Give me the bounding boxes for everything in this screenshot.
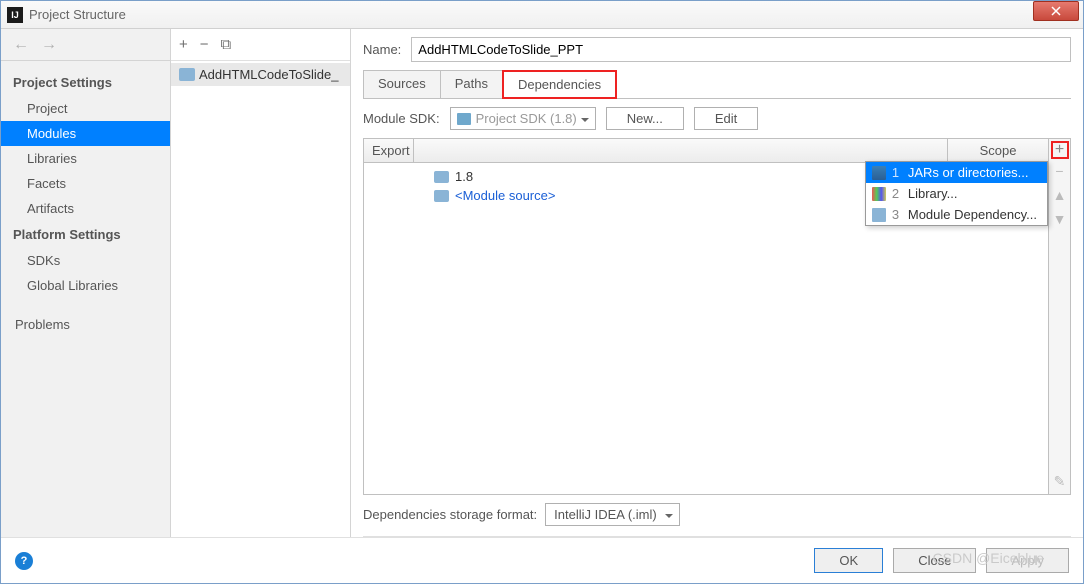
tab-sources[interactable]: Sources bbox=[363, 70, 441, 98]
dependency-label: <Module source> bbox=[455, 188, 555, 203]
jar-icon bbox=[872, 166, 886, 180]
table-side-toolbar: + − ▲ ▼ ✎ bbox=[1048, 139, 1070, 494]
sidebar-nav: ← → bbox=[1, 29, 170, 61]
sidebar-item-sdks[interactable]: SDKs bbox=[1, 248, 170, 273]
close-icon bbox=[1051, 6, 1061, 16]
storage-format-label: Dependencies storage format: bbox=[363, 507, 537, 522]
add-dependency-button[interactable]: + bbox=[1051, 141, 1069, 159]
sidebar-item-artifacts[interactable]: Artifacts bbox=[1, 196, 170, 221]
tree-copy-icon[interactable]: ⧉ bbox=[221, 36, 232, 53]
move-down-icon[interactable]: ▼ bbox=[1053, 211, 1067, 227]
sidebar-header-project: Project Settings bbox=[1, 69, 170, 96]
titlebar: IJ Project Structure bbox=[1, 1, 1083, 29]
th-export[interactable]: Export bbox=[364, 139, 414, 162]
dialog-footer: ? OK Close Apply bbox=[1, 537, 1083, 583]
watermark: CSDN @Eiceblue bbox=[933, 550, 1044, 566]
main-panel: Name: Sources Paths Dependencies Module … bbox=[351, 29, 1083, 537]
nav-back-icon[interactable]: ← bbox=[13, 36, 29, 54]
menu-item-module-dep[interactable]: 3 Module Dependency... bbox=[866, 204, 1047, 225]
sidebar-header-platform: Platform Settings bbox=[1, 221, 170, 248]
module-tree-label: AddHTMLCodeToSlide_ bbox=[199, 67, 338, 82]
name-label: Name: bbox=[363, 42, 401, 57]
tree-add-icon[interactable]: + bbox=[179, 36, 188, 53]
module-source-icon bbox=[434, 190, 449, 202]
app-icon: IJ bbox=[7, 7, 23, 23]
module-sdk-select[interactable]: Project SDK (1.8) bbox=[450, 107, 596, 130]
tree-remove-icon[interactable]: − bbox=[200, 36, 209, 53]
module-dep-icon bbox=[872, 208, 886, 222]
module-tabs: Sources Paths Dependencies bbox=[363, 70, 1071, 99]
module-sdk-label: Module SDK: bbox=[363, 111, 440, 126]
tab-dependencies[interactable]: Dependencies bbox=[502, 70, 617, 99]
tab-paths[interactable]: Paths bbox=[440, 70, 503, 98]
menu-item-jars[interactable]: 1 JARs or directories... bbox=[866, 162, 1047, 183]
project-structure-window: IJ Project Structure ← → Project Setting… bbox=[0, 0, 1084, 584]
sidebar-item-facets[interactable]: Facets bbox=[1, 171, 170, 196]
window-title: Project Structure bbox=[29, 7, 126, 22]
sdk-icon bbox=[434, 171, 449, 183]
window-close-button[interactable] bbox=[1033, 1, 1079, 21]
tree-toolbar: + − ⧉ bbox=[171, 29, 350, 61]
sdk-value: Project SDK (1.8) bbox=[476, 111, 577, 126]
edit-pencil-icon[interactable]: ✎ bbox=[1054, 473, 1066, 490]
sidebar-item-libraries[interactable]: Libraries bbox=[1, 146, 170, 171]
sidebar-item-modules[interactable]: Modules bbox=[1, 121, 170, 146]
th-scope[interactable]: Scope bbox=[948, 139, 1048, 162]
library-icon bbox=[872, 187, 886, 201]
menu-item-library[interactable]: 2 Library... bbox=[866, 183, 1047, 204]
sdk-folder-icon bbox=[457, 113, 471, 125]
dependencies-table: Export Scope 1.8 <Module source> bbox=[363, 138, 1071, 495]
add-dependency-menu: 1 JARs or directories... 2 Library... 3 … bbox=[865, 161, 1048, 226]
nav-forward-icon[interactable]: → bbox=[41, 36, 57, 54]
remove-dependency-icon[interactable]: − bbox=[1055, 163, 1063, 179]
dependency-label: 1.8 bbox=[455, 169, 473, 184]
sidebar-item-problems[interactable]: Problems bbox=[1, 312, 170, 337]
module-tree-panel: + − ⧉ AddHTMLCodeToSlide_ bbox=[171, 29, 351, 537]
help-icon[interactable]: ? bbox=[15, 552, 33, 570]
ok-button[interactable]: OK bbox=[814, 548, 883, 573]
module-folder-icon bbox=[179, 68, 195, 81]
sidebar: ← → Project Settings Project Modules Lib… bbox=[1, 29, 171, 537]
module-name-input[interactable] bbox=[411, 37, 1071, 62]
move-up-icon[interactable]: ▲ bbox=[1053, 187, 1067, 203]
th-name[interactable] bbox=[414, 139, 948, 162]
content-area: ← → Project Settings Project Modules Lib… bbox=[1, 29, 1083, 537]
sdk-new-button[interactable]: New... bbox=[606, 107, 684, 130]
sidebar-item-project[interactable]: Project bbox=[1, 96, 170, 121]
sidebar-item-global-libraries[interactable]: Global Libraries bbox=[1, 273, 170, 298]
storage-format-select[interactable]: IntelliJ IDEA (.iml) bbox=[545, 503, 680, 526]
module-tree-item[interactable]: AddHTMLCodeToSlide_ bbox=[171, 63, 350, 86]
sdk-edit-button[interactable]: Edit bbox=[694, 107, 758, 130]
table-header: Export Scope bbox=[364, 139, 1048, 163]
